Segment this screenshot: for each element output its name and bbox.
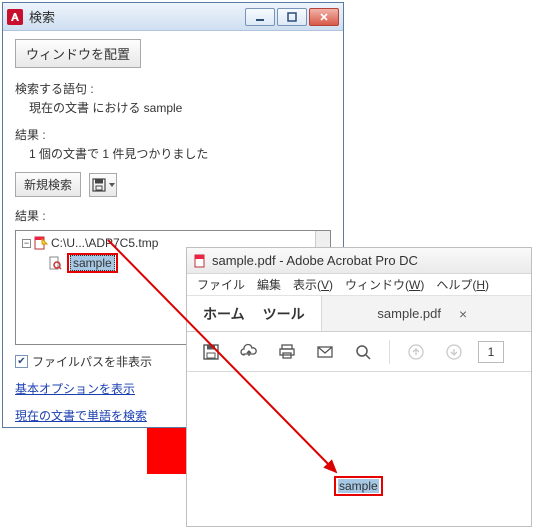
acrobat-titlebar[interactable]: sample.pdf - Adobe Acrobat Pro DC [187, 248, 531, 274]
search-words-link[interactable]: 現在の文書で単語を検索 [15, 407, 147, 424]
tab-home[interactable]: ホーム [203, 304, 245, 324]
pdf-doc-icon [34, 236, 48, 250]
summary-label: 結果 : [15, 126, 331, 143]
acrobat-window: sample.pdf - Adobe Acrobat Pro DC ファイル 編… [186, 247, 532, 527]
menu-file[interactable]: ファイル [197, 276, 245, 293]
acrobat-toolbar: 1 [187, 332, 531, 372]
maximize-button[interactable] [277, 8, 307, 26]
acrobat-window-title: sample.pdf - Adobe Acrobat Pro DC [212, 253, 418, 268]
document-hit-highlight: sample [334, 476, 383, 496]
hide-filepath-checkbox[interactable]: ✔ [15, 355, 28, 368]
summary-value: 1 個の文書で 1 件見つかりました [15, 145, 331, 162]
results-label: 結果 : [15, 207, 331, 224]
menu-edit[interactable]: 編集 [257, 276, 281, 293]
menu-window[interactable]: ウィンドウ(W) [345, 276, 424, 293]
query-value: 現在の文書 における sample [15, 99, 331, 116]
page-up-button[interactable] [402, 338, 430, 366]
search-button[interactable] [349, 338, 377, 366]
tab-close-icon[interactable]: × [451, 306, 475, 322]
save-results-button[interactable] [89, 173, 117, 197]
search-hit-text: sample [70, 255, 115, 271]
query-label: 検索する語句 : [15, 80, 331, 97]
close-button[interactable] [309, 8, 339, 26]
new-search-button[interactable]: 新規検索 [15, 172, 81, 197]
envelope-icon [316, 343, 334, 361]
basic-options-link[interactable]: 基本オプションを表示 [15, 380, 135, 397]
chevron-down-icon [109, 183, 115, 187]
hide-filepath-label: ファイルパスを非表示 [32, 353, 152, 370]
acrobat-tabstrip: ホーム ツール sample.pdf × [187, 296, 531, 332]
arrow-down-icon [445, 343, 463, 361]
print-button[interactable] [273, 338, 301, 366]
search-titlebar[interactable]: 検索 [3, 3, 343, 31]
document-hit-text: sample [338, 479, 379, 493]
acrobat-document-area[interactable]: sample [187, 372, 531, 526]
cloud-button[interactable] [235, 338, 263, 366]
search-window-title: 検索 [29, 7, 245, 26]
tab-document-label: sample.pdf [377, 306, 441, 321]
save-button[interactable] [197, 338, 225, 366]
pdf-file-icon [193, 254, 207, 268]
floppy-icon [92, 178, 106, 192]
printer-icon [278, 343, 296, 361]
adobe-app-icon [7, 9, 23, 25]
acrobat-menubar: ファイル 編集 表示(V) ウィンドウ(W) ヘルプ(H) [187, 274, 531, 296]
tree-doc-path: C:\U...\ADP7C5.tmp [51, 235, 158, 251]
minimize-button[interactable] [245, 8, 275, 26]
search-icon [354, 343, 372, 361]
toolbar-separator [389, 340, 390, 364]
arrange-windows-button[interactable]: ウィンドウを配置 [15, 39, 141, 68]
page-number-input[interactable]: 1 [478, 341, 504, 363]
tab-document[interactable]: sample.pdf × [321, 296, 531, 331]
menu-view[interactable]: 表示(V) [293, 276, 333, 293]
mail-button[interactable] [311, 338, 339, 366]
page-down-button[interactable] [440, 338, 468, 366]
tree-expander-icon[interactable]: − [22, 239, 31, 248]
search-hit-highlight[interactable]: sample [67, 253, 118, 273]
floppy-icon [202, 343, 220, 361]
menu-help[interactable]: ヘルプ(H) [436, 276, 489, 293]
tab-tools[interactable]: ツール [263, 304, 305, 324]
search-hit-icon [48, 256, 62, 270]
arrow-up-icon [407, 343, 425, 361]
cloud-upload-icon [239, 343, 259, 361]
